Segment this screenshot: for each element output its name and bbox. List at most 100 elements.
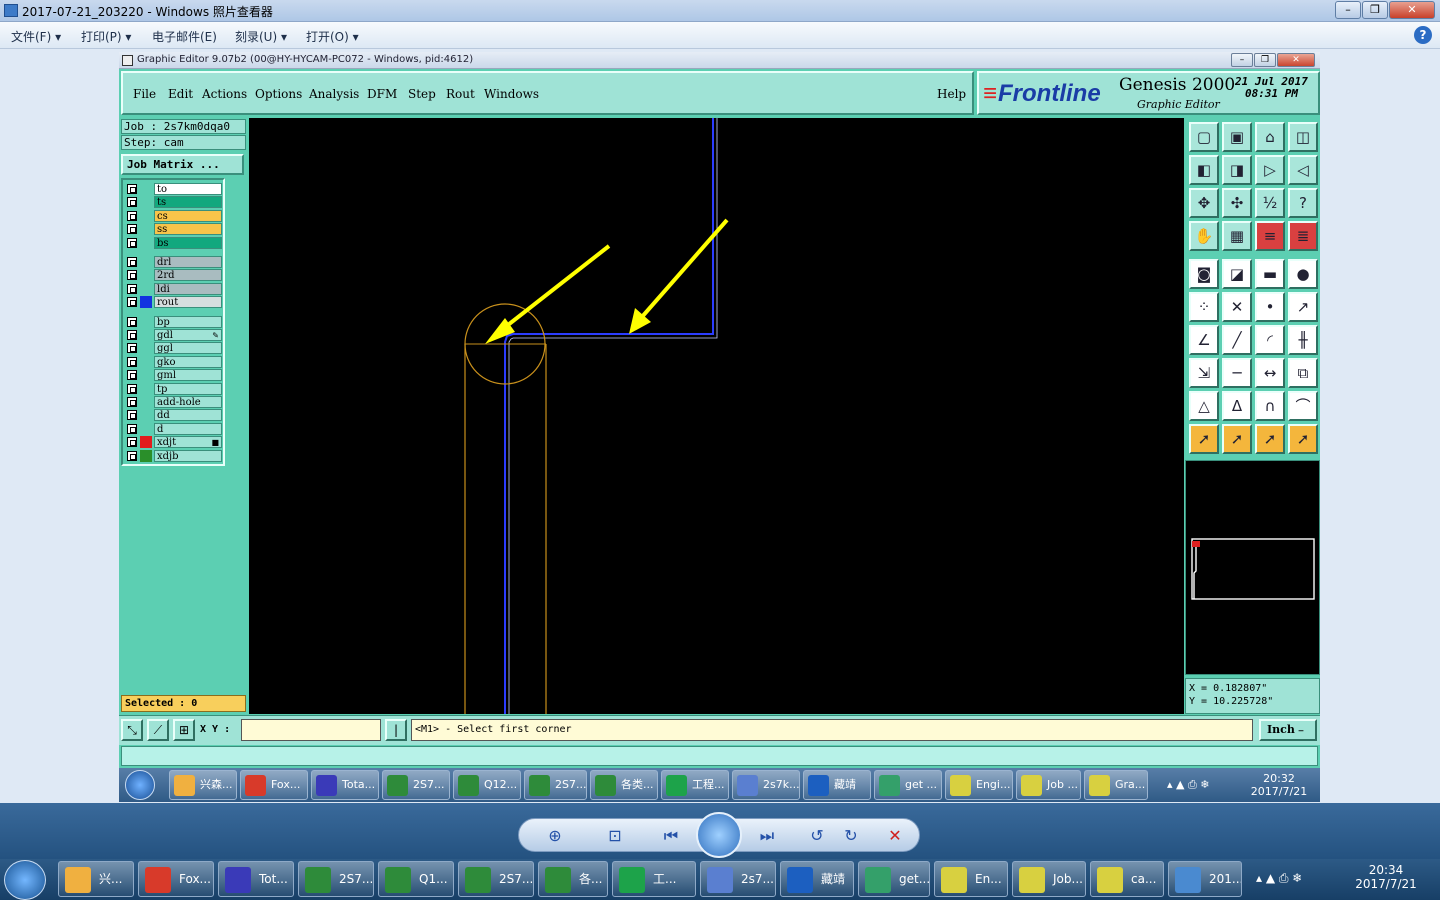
layer-name[interactable]: gml (154, 369, 222, 382)
menu-item-actions[interactable]: Actions (202, 87, 247, 101)
circle-icon[interactable]: ● (1288, 259, 1318, 289)
layer-color-swatch[interactable] (140, 342, 152, 354)
previous-icon[interactable]: ⏮ (659, 825, 683, 847)
home-icon[interactable]: ⌂ (1255, 122, 1285, 152)
layer-color-swatch[interactable] (140, 436, 152, 449)
tray-icons[interactable]: ▴ ▲ ⎙ ❄ (1167, 778, 1210, 792)
outer-start-button[interactable] (4, 860, 46, 900)
help-icon[interactable]: ? (1414, 26, 1432, 44)
layer-row-tp[interactable]: tp (125, 382, 222, 395)
layer-name[interactable]: cs (154, 209, 222, 222)
pointer-c-icon[interactable]: ➚ (1288, 424, 1318, 454)
taskbar-item[interactable]: 兴... (58, 861, 134, 897)
next-icon[interactable]: ⏭ (755, 825, 779, 847)
taskbar-item[interactable]: Engi... (945, 770, 1013, 800)
taskbar-item[interactable]: Q1... (378, 861, 454, 897)
layer-row-gml[interactable]: gml (125, 369, 222, 382)
taskbar-item[interactable]: En... (934, 861, 1008, 897)
line-icon[interactable]: ╱ (1222, 325, 1252, 355)
graphic-canvas[interactable] (249, 118, 1184, 714)
pan-left-icon[interactable]: ▷ (1255, 155, 1285, 185)
scale-1-2-icon[interactable]: ½ (1255, 188, 1285, 218)
layer-checkbox[interactable] (127, 197, 137, 208)
layer-color-swatch[interactable] (140, 356, 152, 368)
layer-name[interactable]: bs (154, 236, 222, 249)
taskbar-item[interactable]: 藏靖 (803, 770, 871, 800)
layer-checkbox[interactable] (127, 210, 137, 221)
layer-name[interactable]: bp (154, 315, 222, 328)
rotate-right-icon[interactable]: ↻ (839, 825, 863, 847)
zoom-window-icon[interactable]: ⤡ (121, 719, 143, 741)
layer-color-swatch[interactable] (140, 449, 152, 462)
layer-name[interactable]: tp (154, 382, 222, 395)
triangle-icon[interactable]: △ (1189, 391, 1219, 421)
menu-open[interactable]: 打开(O) ▾ (306, 28, 359, 45)
grid-tool-icon[interactable]: ▦ (1222, 221, 1252, 251)
delete-icon[interactable]: ✕ (883, 825, 907, 847)
layer-row-xdjb[interactable]: xdjb (125, 449, 222, 462)
fit-icon[interactable]: ✥ (1189, 188, 1219, 218)
tri-a-icon[interactable]: Δ (1222, 391, 1252, 421)
layer-name[interactable]: ss (154, 223, 222, 236)
taskbar-item[interactable]: Tota... (311, 770, 379, 800)
zoom-back-icon[interactable]: ◧ (1189, 155, 1219, 185)
layer-checkbox[interactable] (127, 370, 137, 381)
layer-checkbox[interactable] (127, 283, 137, 294)
menu-item-rout[interactable]: Rout (446, 87, 475, 101)
layer-row-add-hole[interactable]: add-hole (125, 396, 222, 408)
layer-checkbox[interactable] (127, 237, 137, 248)
menu-item-edit[interactable]: Edit (168, 87, 193, 101)
taskbar-item[interactable]: 兴森... (169, 770, 237, 800)
layer-name[interactable]: gdl ✎ (154, 329, 222, 341)
actual-size-icon[interactable]: ⊡ (603, 825, 627, 847)
layer-color-swatch[interactable] (140, 396, 152, 408)
layer-name[interactable]: drl (154, 256, 222, 268)
layer-color-swatch[interactable] (140, 369, 152, 381)
save-icon[interactable]: ▣ (1222, 122, 1252, 152)
layer-name[interactable]: xdjb (154, 449, 222, 462)
layer-color-swatch[interactable] (140, 269, 152, 281)
layer-color-swatch[interactable] (140, 237, 152, 249)
menu-item-windows[interactable]: Windows (484, 87, 539, 101)
layer-checkbox[interactable] (127, 224, 137, 235)
xy-input[interactable] (241, 719, 381, 741)
pointer-alt-icon[interactable]: ➚ (1222, 424, 1252, 454)
layer-checkbox[interactable] (127, 270, 137, 281)
layer-color-swatch[interactable] (140, 316, 152, 328)
layer-row-to[interactable]: to (125, 183, 222, 195)
menu-file[interactable]: 文件(F) ▾ (11, 28, 61, 45)
zoom-forward-icon[interactable]: ◨ (1222, 155, 1252, 185)
layer-row-xdjt[interactable]: xdjt ■ (125, 436, 222, 449)
layer-name[interactable]: ts (154, 196, 222, 209)
taskbar-item[interactable]: 2S7... (298, 861, 374, 897)
menu-email[interactable]: 电子邮件(E) (152, 28, 217, 45)
menu-item-dfm[interactable]: DFM (367, 87, 397, 101)
layer-color-swatch[interactable] (140, 329, 152, 341)
taskbar-item[interactable]: 2s7... (700, 861, 776, 897)
layer-checkbox[interactable] (127, 184, 137, 194)
snap-icon[interactable]: ◁ (1288, 155, 1318, 185)
pad-icon[interactable]: ◙ (1189, 259, 1219, 289)
layer-checkbox[interactable] (127, 410, 137, 421)
hand-icon[interactable]: ✋ (1189, 221, 1219, 251)
layer-checkbox[interactable] (127, 330, 137, 340)
layer-row-gko[interactable]: gko (125, 355, 222, 368)
taskbar-item[interactable]: 藏靖 (780, 861, 854, 897)
layer-red-icon[interactable]: ≡ (1255, 221, 1285, 251)
taskbar-item[interactable]: get ... (874, 770, 942, 800)
taskbar-item[interactable]: Job... (1012, 861, 1086, 897)
minimize-button[interactable]: – (1335, 1, 1361, 19)
measure-icon[interactable]: ⟋ (147, 719, 169, 741)
layer-color-swatch[interactable] (140, 183, 152, 195)
taskbar-item[interactable]: 工... (612, 861, 696, 897)
menu-item-help[interactable]: Help (937, 87, 966, 101)
window-icon[interactable]: ◫ (1288, 122, 1318, 152)
layer-checkbox[interactable] (127, 450, 137, 461)
layer-checkbox[interactable] (127, 343, 137, 354)
taskbar-item[interactable]: Fox... (138, 861, 214, 897)
layer-row-ldi[interactable]: ldi (125, 282, 222, 295)
layer-name[interactable]: dd (154, 409, 222, 422)
rotate-left-icon[interactable]: ↺ (805, 825, 829, 847)
layer-row-rout[interactable]: rout (125, 296, 222, 309)
taskbar-item[interactable]: 2S7... (382, 770, 450, 800)
